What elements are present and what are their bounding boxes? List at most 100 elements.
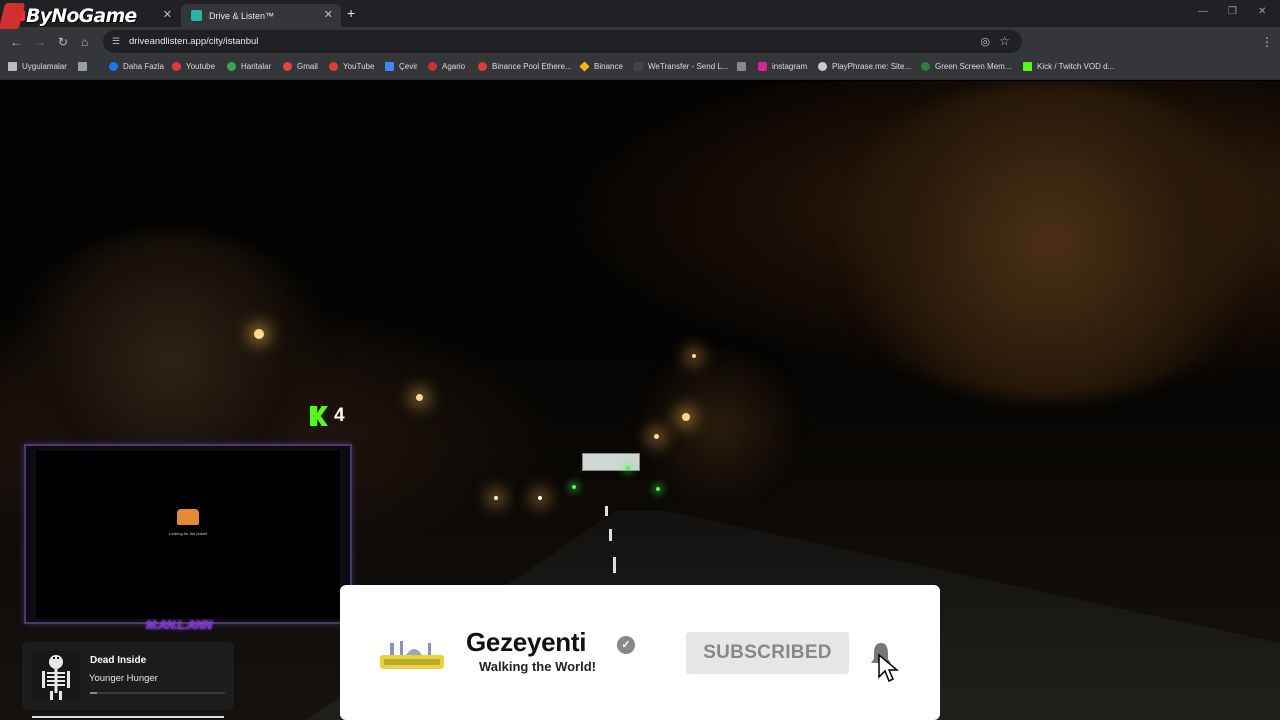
home-icon[interactable]: ⌂ [81,35,88,49]
bookmark-youtube-2[interactable]: YouTube [329,62,374,71]
bookmark-label: Çevir [399,62,418,71]
traffic-light [626,466,630,470]
bookmark-kick-twitch[interactable]: Kick / Twitch VOD d... [1023,62,1114,71]
gezeyenti-logo-icon [380,641,444,669]
road-sign [582,453,640,471]
streamer-name: M.AN.L.ANN [146,618,212,632]
now-playing-widget: Dead Inside Younger Hunger [22,642,234,710]
track-artist: Younger Hunger [89,673,158,684]
bookmark-star-icon[interactable]: ☆ [999,34,1010,48]
street-light [682,413,690,421]
translate-icon [385,62,394,71]
bookmark-green-screen[interactable]: Green Screen Mem... [921,62,1011,71]
menu-kebab-icon[interactable]: ⋮ [1261,35,1273,49]
browser-toolbar: ← → ↻ ⌂ ☰ driveandlisten.app/city/istanb… [0,27,1280,74]
channel-name: Gezeyenti [466,627,587,657]
bynogame-logo-icon [0,3,26,29]
screen: ✕ Drive & Listen™ ✕ + — ❐ ✕ ByNoGame ← →… [0,0,1280,720]
apps-grid-icon [8,62,17,71]
bookmark-haritalar[interactable]: Haritalar [227,62,271,71]
tiger-emblem-icon [177,509,199,525]
kick-viewer-count: 4 [310,405,345,427]
bookmark-label: Uygulamalar [22,62,67,71]
bookmark-label: Youtube [186,62,216,71]
playphrase-icon [818,62,827,71]
subscribe-button[interactable]: SUBSCRIBED [686,632,849,674]
track-progress [90,692,225,694]
agario-icon [428,62,437,71]
album-art [32,651,80,701]
close-tab-icon[interactable]: ✕ [324,8,333,21]
webcam-feed: Looking for the planet [36,451,340,619]
bookmark-playphrase[interactable]: PlayPhrase.me: Site... [818,62,911,71]
viewer-count: 4 [334,405,345,426]
tab-drive-and-listen[interactable]: Drive & Listen™ ✕ [181,4,341,27]
tree-foliage [640,341,800,511]
traffic-light [572,485,576,489]
bookmark-youtube[interactable]: Youtube [172,62,215,71]
street-light [654,434,659,439]
bookmark-gmail[interactable]: Gmail [283,62,318,71]
url-text[interactable]: driveandlisten.app/city/istanbul [129,36,258,47]
subscribe-banner: Gezeyenti ✓ Walking the World! SUBSCRIBE… [340,585,940,720]
bookmark-label: PlayPhrase.me: Site... [832,62,912,71]
gmail-icon [283,62,292,71]
car-light [538,496,542,500]
mouse-cursor-icon [878,653,900,683]
bookmark-label: Binance [594,62,623,71]
close-window-icon[interactable]: ✕ [1258,6,1266,17]
address-bar[interactable]: ☰ driveandlisten.app/city/istanbul ◎ ☆ [103,30,1022,53]
bookmark-binance[interactable]: Binance [579,61,623,72]
bookmark-label: Green Screen Mem... [935,62,1012,71]
bookmark-grid[interactable] [78,62,92,71]
bookmark-label: Agario [442,62,466,71]
lane-marking [613,557,616,573]
bookmark-agario[interactable]: Agario [428,62,465,71]
youtube-icon [329,62,338,71]
bookmark-label: Kick / Twitch VOD d... [1037,62,1115,71]
bookmark-binance-pool[interactable]: Binance Pool Ethere... [478,62,572,71]
site-info-icon[interactable]: ☰ [112,36,120,47]
street-light [254,329,264,339]
verified-check-icon: ✓ [617,636,635,654]
bookmark-cevir[interactable]: Çevir [385,62,418,71]
tab-label: Drive & Listen™ [209,10,275,21]
eye-off-icon[interactable]: ◎ [980,35,990,48]
kick-icon [1023,62,1032,71]
bookmark-label: WeTransfer - Send L... [648,62,729,71]
bookmark-wetransfer[interactable]: WeTransfer - Send L... [634,62,728,71]
bookmark-label: Daha Fazla [123,62,164,71]
reload-icon[interactable]: ↻ [58,35,68,49]
bookmark-label: instagram [772,62,808,71]
forward-arrow-icon[interactable]: → [34,35,46,49]
street-light [416,394,423,401]
restore-icon[interactable]: ❐ [1228,6,1237,17]
track-title: Dead Inside [90,655,147,666]
close-tab-icon[interactable]: ✕ [163,8,172,21]
track-progress-fill [90,692,97,694]
webcam-caption: Looking for the planet [168,531,208,536]
bookmark-daha-fazla[interactable]: Daha Fazla [109,62,164,71]
bookmark-uygulamalar[interactable]: Uygulamalar [8,62,67,71]
youtube-icon [478,62,487,71]
traffic-light [656,487,660,491]
channel-tagline: Walking the World! [479,659,596,674]
bookmark-label: Haritalar [241,62,272,71]
minimize-icon[interactable]: — [1198,6,1208,17]
bookmark-instagram[interactable]: instagram [758,62,807,71]
wetransfer-icon [634,62,643,71]
drive-listen-favicon-icon [191,10,202,21]
bookmark-untitled[interactable] [737,62,751,71]
tab-strip: ✕ Drive & Listen™ ✕ + — ❐ ✕ [0,0,1280,27]
bookmark-label: YouTube [343,62,375,71]
greenscreen-icon [921,62,930,71]
facebook-icon [109,62,118,71]
back-arrow-icon[interactable]: ← [10,35,22,49]
new-tab-button[interactable]: + [347,5,355,21]
car-light [494,496,498,500]
skeleton-icon [42,655,70,700]
maps-icon [227,62,236,71]
bookmarks-bar: Uygulamalar Daha Fazla Youtube Haritalar… [0,56,1280,80]
binance-icon [579,61,590,72]
lane-marking [609,529,612,541]
